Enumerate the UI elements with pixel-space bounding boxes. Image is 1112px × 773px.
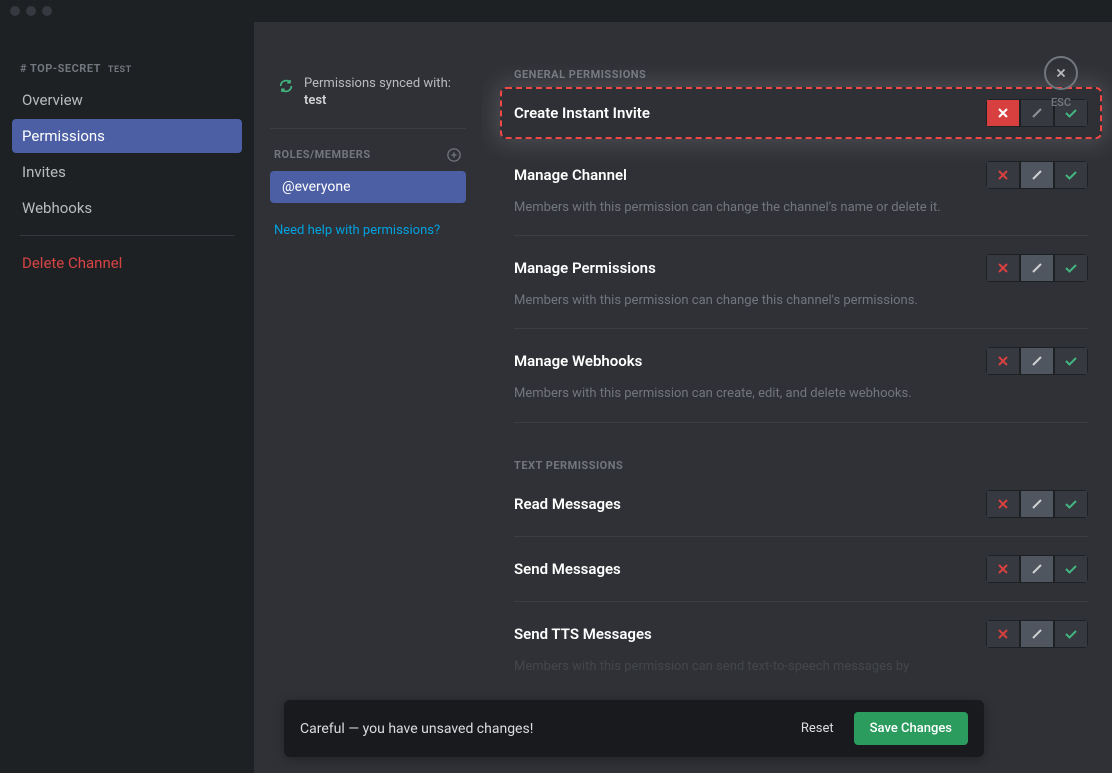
window-dot bbox=[10, 6, 20, 16]
permission-description: Members with this permission can change … bbox=[514, 292, 1088, 310]
toggle-deny-button[interactable] bbox=[986, 161, 1020, 189]
toggle-allow-button[interactable] bbox=[1054, 161, 1088, 189]
permission-title: Create Instant Invite bbox=[514, 104, 650, 122]
toggle-passthrough-button[interactable] bbox=[1020, 620, 1054, 648]
sync-text: Permissions synced with: test bbox=[304, 76, 451, 110]
permission-description: Members with this permission can change … bbox=[514, 199, 1088, 217]
toggle-passthrough-button[interactable] bbox=[1020, 161, 1054, 189]
divider bbox=[514, 536, 1088, 537]
sync-indicator: Permissions synced with: test bbox=[270, 72, 466, 129]
toggle-group bbox=[986, 490, 1088, 518]
close-panel: ESC bbox=[1044, 56, 1078, 109]
divider bbox=[514, 422, 1088, 423]
general-permissions-header: GENERAL PERMISSIONS bbox=[514, 68, 1088, 81]
window-dot bbox=[26, 6, 36, 16]
permissions-main-panel: GENERAL PERMISSIONS Create Instant Invit… bbox=[482, 22, 1112, 773]
text-permissions-header: TEXT PERMISSIONS bbox=[514, 459, 1088, 472]
settings-sidebar: # TOP-SECRET TEST Overview Permissions I… bbox=[0, 22, 254, 773]
sync-icon bbox=[278, 78, 294, 94]
roles-header: ROLES/MEMBERS bbox=[270, 147, 466, 163]
sidebar-item-webhooks[interactable]: Webhooks bbox=[12, 191, 242, 225]
sidebar-divider bbox=[20, 235, 234, 236]
sidebar-item-permissions[interactable]: Permissions bbox=[12, 119, 242, 153]
toggle-deny-button[interactable] bbox=[986, 555, 1020, 583]
add-role-button[interactable] bbox=[446, 147, 462, 163]
toggle-passthrough-button[interactable] bbox=[1020, 347, 1054, 375]
toggle-group bbox=[986, 620, 1088, 648]
toggle-passthrough-button[interactable] bbox=[1020, 254, 1054, 282]
toggle-deny-button[interactable] bbox=[986, 99, 1020, 127]
permission-manage-permissions: Manage Permissions bbox=[514, 254, 1088, 282]
toggle-allow-button[interactable] bbox=[1054, 555, 1088, 583]
delete-channel-button[interactable]: Delete Channel bbox=[12, 246, 242, 280]
role-everyone[interactable]: @everyone bbox=[270, 171, 466, 203]
toggle-allow-button[interactable] bbox=[1054, 347, 1088, 375]
sidebar-header: # TOP-SECRET TEST bbox=[12, 62, 242, 83]
toggle-group bbox=[986, 254, 1088, 282]
permission-title: Manage Webhooks bbox=[514, 352, 642, 370]
toggle-deny-button[interactable] bbox=[986, 620, 1020, 648]
unsaved-text: Careful — you have unsaved changes! bbox=[300, 721, 533, 737]
sync-label: Permissions synced with: bbox=[304, 76, 451, 91]
permission-title: Manage Channel bbox=[514, 166, 627, 184]
window-dot bbox=[42, 6, 52, 16]
toggle-deny-button[interactable] bbox=[986, 254, 1020, 282]
reset-button[interactable]: Reset bbox=[801, 721, 834, 736]
permission-manage-channel: Manage Channel bbox=[514, 161, 1088, 189]
toggle-allow-button[interactable] bbox=[1054, 254, 1088, 282]
permission-manage-webhooks: Manage Webhooks bbox=[514, 347, 1088, 375]
permission-title: Send Messages bbox=[514, 560, 621, 578]
permission-title: Send TTS Messages bbox=[514, 625, 652, 643]
permission-send-messages: Send Messages bbox=[514, 555, 1088, 583]
permission-description: Members with this permission can create,… bbox=[514, 385, 1088, 403]
roles-header-label: ROLES/MEMBERS bbox=[274, 148, 371, 161]
permissions-help-link[interactable]: Need help with permissions? bbox=[270, 223, 466, 238]
divider bbox=[514, 328, 1088, 329]
channel-suffix: TEST bbox=[108, 65, 132, 75]
channel-name-header: # TOP-SECRET bbox=[20, 62, 101, 75]
toggle-allow-button[interactable] bbox=[1054, 490, 1088, 518]
window-chrome bbox=[0, 0, 1112, 22]
permission-read-messages: Read Messages bbox=[514, 490, 1088, 518]
close-button[interactable] bbox=[1044, 56, 1078, 90]
close-label: ESC bbox=[1044, 96, 1078, 109]
permission-title: Manage Permissions bbox=[514, 259, 656, 277]
sidebar-item-invites[interactable]: Invites bbox=[12, 155, 242, 189]
app-container: # TOP-SECRET TEST Overview Permissions I… bbox=[0, 22, 1112, 773]
permission-create-invite: Create Instant Invite bbox=[514, 99, 1088, 127]
toggle-passthrough-button[interactable] bbox=[1020, 490, 1054, 518]
toggle-deny-button[interactable] bbox=[986, 347, 1020, 375]
divider bbox=[514, 601, 1088, 602]
highlight-callout: Create Instant Invite bbox=[500, 87, 1102, 139]
text-permissions-section: TEXT PERMISSIONS Read Messages Send Mess… bbox=[514, 459, 1088, 676]
permission-send-tts: Send TTS Messages bbox=[514, 620, 1088, 648]
toggle-deny-button[interactable] bbox=[986, 490, 1020, 518]
unsaved-changes-bar: Careful — you have unsaved changes! Rese… bbox=[284, 700, 984, 757]
permission-title: Read Messages bbox=[514, 495, 621, 513]
toggle-passthrough-button[interactable] bbox=[1020, 555, 1054, 583]
toggle-allow-button[interactable] bbox=[1054, 620, 1088, 648]
save-changes-button[interactable]: Save Changes bbox=[854, 712, 968, 745]
sync-value: test bbox=[304, 93, 326, 108]
divider bbox=[514, 235, 1088, 236]
sidebar-item-overview[interactable]: Overview bbox=[12, 83, 242, 117]
toggle-group bbox=[986, 347, 1088, 375]
roles-panel: Permissions synced with: test ROLES/MEMB… bbox=[254, 22, 482, 773]
permission-description: Members with this permission can send te… bbox=[514, 658, 1088, 676]
unsaved-actions: Reset Save Changes bbox=[801, 712, 968, 745]
toggle-group bbox=[986, 555, 1088, 583]
toggle-group bbox=[986, 161, 1088, 189]
